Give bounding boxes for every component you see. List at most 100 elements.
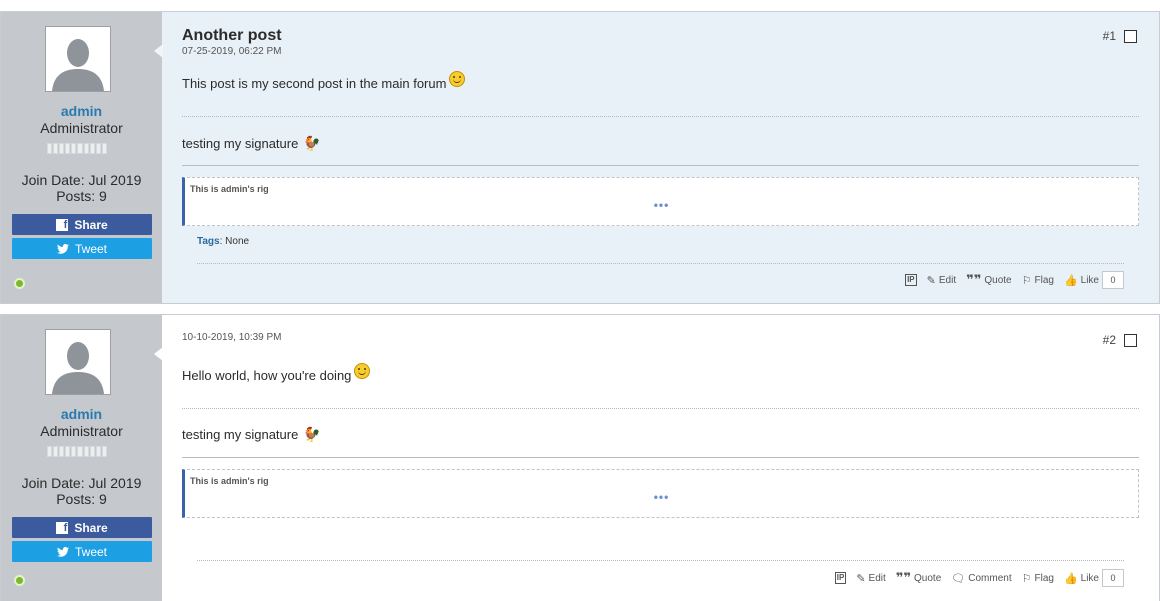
like-button[interactable]: 👍 Like bbox=[1064, 572, 1099, 585]
edit-label: Edit bbox=[938, 274, 957, 286]
post-number-link[interactable]: #1 bbox=[1103, 29, 1116, 43]
facebook-share-button[interactable]: f Share bbox=[12, 517, 152, 538]
chicken-emoji-icon: 🐓 bbox=[303, 426, 321, 442]
flag-button[interactable]: ⚐ Flag bbox=[1022, 274, 1054, 287]
like-label: Like bbox=[1080, 572, 1099, 584]
post-actions: IP ✎ Edit ❞❞ Quote ⚐ Flag 👍 Like 0 bbox=[905, 271, 1124, 289]
signature-text: testing my signature bbox=[182, 427, 299, 442]
expand-more-icon[interactable]: ••• bbox=[654, 490, 670, 504]
expand-more-icon[interactable]: ••• bbox=[654, 198, 670, 212]
like-count: 0 bbox=[1102, 569, 1124, 587]
post-date: 10-10-2019, 10:39 PM bbox=[182, 332, 282, 343]
twitter-bird-icon bbox=[56, 546, 69, 557]
user-title: Administrator bbox=[40, 120, 123, 136]
twitter-tweet-button[interactable]: Tweet bbox=[12, 541, 152, 562]
join-date: Join Date: Jul 2019 bbox=[21, 172, 142, 188]
twitter-bird-icon bbox=[56, 243, 69, 254]
default-avatar-icon bbox=[52, 342, 104, 394]
edit-button[interactable]: ✎ Edit bbox=[927, 274, 956, 287]
signature-quote-box: This is admin's rig ••• bbox=[182, 469, 1139, 518]
quote-icon: ❞❞ bbox=[966, 272, 982, 287]
flag-icon: ⚐ bbox=[1021, 274, 1032, 287]
tweet-label: Tweet bbox=[74, 241, 107, 256]
ip-icon: IP bbox=[834, 572, 847, 584]
post-actions: IP ✎ Edit ❞❞ Quote 🗨 Comment ⚐ Flag 👍 Li… bbox=[834, 569, 1124, 587]
quote-label: Quote bbox=[914, 572, 942, 584]
post-1: admin Administrator Join Date: Jul 2019 … bbox=[0, 11, 1160, 304]
ip-button[interactable]: IP bbox=[834, 572, 847, 584]
reputation-bar bbox=[47, 446, 107, 457]
avatar[interactable] bbox=[45, 329, 111, 395]
comment-icon: 🗨 bbox=[951, 572, 966, 585]
divider bbox=[197, 560, 1124, 561]
divider bbox=[182, 116, 1139, 117]
like-label: Like bbox=[1080, 274, 1099, 286]
select-post-checkbox[interactable] bbox=[1124, 334, 1137, 347]
quote-label: Quote bbox=[984, 274, 1012, 286]
divider bbox=[182, 408, 1139, 409]
flag-button[interactable]: ⚐ Flag bbox=[1022, 572, 1054, 585]
user-info-panel: admin Administrator Join Date: Jul 2019 … bbox=[1, 12, 163, 303]
username-link[interactable]: admin bbox=[1, 406, 162, 422]
facebook-share-button[interactable]: f Share bbox=[12, 214, 152, 235]
quote-icon: ❞❞ bbox=[895, 570, 912, 585]
ip-icon: IP bbox=[905, 274, 917, 286]
post-body-text: Hello world, how you're doing bbox=[182, 367, 352, 383]
divider bbox=[182, 165, 1139, 166]
chicken-emoji-icon: 🐓 bbox=[303, 135, 321, 151]
comment-label: Comment bbox=[968, 572, 1012, 584]
comment-button[interactable]: 🗨 Comment bbox=[951, 572, 1011, 585]
pencil-icon: ✎ bbox=[856, 572, 866, 585]
quote-text: This is admin's rig bbox=[190, 184, 269, 194]
post-date: 07-25-2019, 06:22 PM bbox=[182, 46, 282, 57]
username-link[interactable]: admin bbox=[1, 103, 162, 119]
quote-button[interactable]: ❞❞ Quote bbox=[896, 570, 942, 586]
quote-button[interactable]: ❞❞ Quote bbox=[966, 272, 1012, 288]
flag-icon: ⚐ bbox=[1021, 572, 1032, 585]
smile-emoji-icon bbox=[449, 71, 466, 87]
flag-label: Flag bbox=[1034, 572, 1054, 584]
post-number-link[interactable]: #2 bbox=[1103, 333, 1116, 347]
select-post-checkbox[interactable] bbox=[1124, 30, 1137, 43]
edit-label: Edit bbox=[868, 572, 886, 584]
signature: testing my signature 🐓 bbox=[182, 426, 321, 443]
signature-quote-box: This is admin's rig ••• bbox=[182, 177, 1139, 226]
default-avatar-icon bbox=[52, 39, 104, 91]
user-title: Administrator bbox=[40, 423, 123, 439]
twitter-tweet-button[interactable]: Tweet bbox=[12, 238, 152, 259]
avatar[interactable] bbox=[45, 26, 111, 92]
post-content: 10-10-2019, 10:39 PM #2 Hello world, how… bbox=[162, 315, 1159, 601]
post-2: admin Administrator Join Date: Jul 2019 … bbox=[0, 314, 1160, 601]
share-label: Share bbox=[74, 217, 108, 232]
like-count: 0 bbox=[1102, 271, 1124, 289]
tags-line: Tags: None bbox=[197, 236, 249, 247]
edit-button[interactable]: ✎ Edit bbox=[856, 572, 885, 585]
like-button[interactable]: 👍 Like bbox=[1064, 274, 1099, 287]
user-info-panel: admin Administrator Join Date: Jul 2019 … bbox=[1, 315, 163, 601]
quote-text: This is admin's rig bbox=[190, 476, 269, 486]
tags-label: Tags bbox=[197, 236, 220, 247]
tweet-label: Tweet bbox=[74, 544, 107, 559]
thumbs-up-icon: 👍 bbox=[1063, 572, 1078, 585]
reputation-bar bbox=[47, 143, 107, 154]
online-status-indicator bbox=[14, 575, 25, 586]
facebook-icon: f bbox=[56, 218, 69, 231]
post-body: Hello world, how you're doing bbox=[182, 363, 371, 383]
post-content: Another post 07-25-2019, 06:22 PM #1 Thi… bbox=[162, 12, 1159, 303]
post-title: Another post bbox=[182, 27, 282, 44]
thumbs-up-icon: 👍 bbox=[1063, 274, 1078, 287]
post-count: Posts: 9 bbox=[56, 188, 107, 204]
tags-value: : None bbox=[219, 236, 250, 247]
divider bbox=[182, 457, 1139, 458]
join-date: Join Date: Jul 2019 bbox=[21, 475, 142, 491]
wink-emoji-icon bbox=[354, 363, 371, 379]
facebook-icon: f bbox=[56, 521, 69, 534]
ip-button[interactable]: IP bbox=[905, 274, 917, 286]
post-count: Posts: 9 bbox=[56, 491, 107, 507]
share-label: Share bbox=[74, 520, 108, 535]
post-body: This post is my second post in the main … bbox=[182, 71, 466, 91]
online-status-indicator bbox=[14, 278, 25, 289]
post-body-text: This post is my second post in the main … bbox=[182, 75, 447, 91]
flag-label: Flag bbox=[1034, 274, 1054, 286]
divider bbox=[197, 263, 1124, 264]
